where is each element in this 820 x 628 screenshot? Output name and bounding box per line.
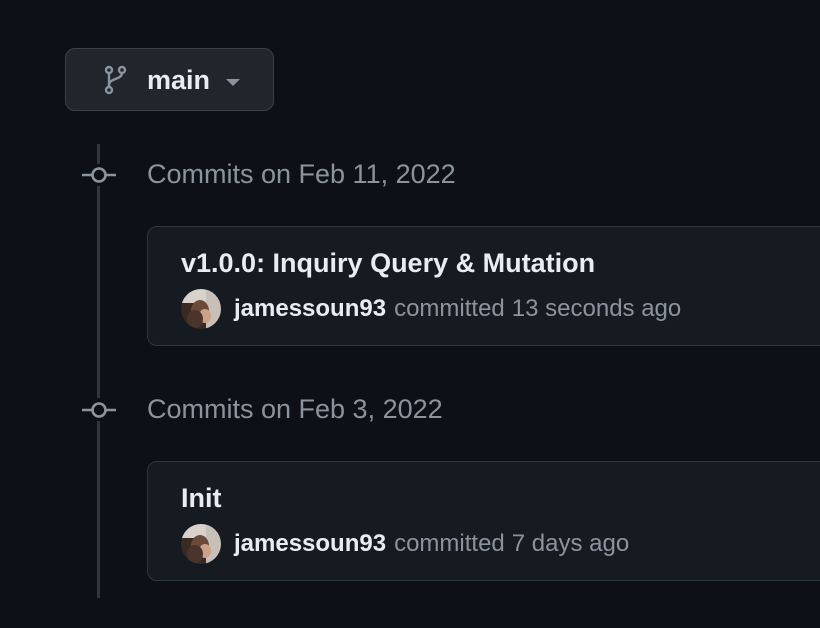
commit-message-link[interactable]: Init bbox=[181, 482, 222, 514]
git-branch-icon bbox=[104, 65, 127, 95]
branch-name: main bbox=[147, 65, 211, 95]
timeline-line bbox=[97, 144, 100, 164]
commit-message-link[interactable]: v1.0.0: Inquiry Query & Mutation bbox=[181, 247, 595, 279]
avatar-image bbox=[181, 524, 221, 564]
avatar[interactable] bbox=[181, 289, 221, 329]
commit-relative-time: 7 days ago bbox=[511, 530, 630, 557]
commit-card: Init jamessoun93 committed 7 days ago bbox=[147, 461, 820, 581]
timeline-line bbox=[97, 421, 100, 598]
commit-meta: jamessoun93 committed 7 days ago bbox=[181, 524, 629, 564]
commits-page: main Commits on Feb 11, 2022 v1.0.0: Inq… bbox=[0, 0, 820, 628]
commit-group-date: Commits on Feb 3, 2022 bbox=[147, 394, 443, 424]
timeline-line bbox=[97, 186, 100, 398]
commit-action-text: committed bbox=[394, 295, 505, 322]
commit-meta: jamessoun93 committed 13 seconds ago bbox=[181, 289, 681, 329]
branch-selector-button[interactable]: main bbox=[65, 48, 274, 111]
git-commit-icon bbox=[82, 402, 116, 418]
commit-author-link[interactable]: jamessoun93 bbox=[234, 530, 386, 558]
commit-group-date: Commits on Feb 11, 2022 bbox=[147, 159, 456, 189]
triangle-down-icon bbox=[226, 79, 240, 86]
commit-action-text: committed bbox=[394, 530, 505, 557]
commit-author-link[interactable]: jamessoun93 bbox=[234, 295, 386, 323]
commit-relative-time: 13 seconds ago bbox=[511, 295, 682, 322]
git-commit-icon bbox=[82, 167, 116, 183]
avatar[interactable] bbox=[181, 524, 221, 564]
avatar-image bbox=[181, 289, 221, 329]
commit-card: v1.0.0: Inquiry Query & Mutation jamesso… bbox=[147, 226, 820, 346]
